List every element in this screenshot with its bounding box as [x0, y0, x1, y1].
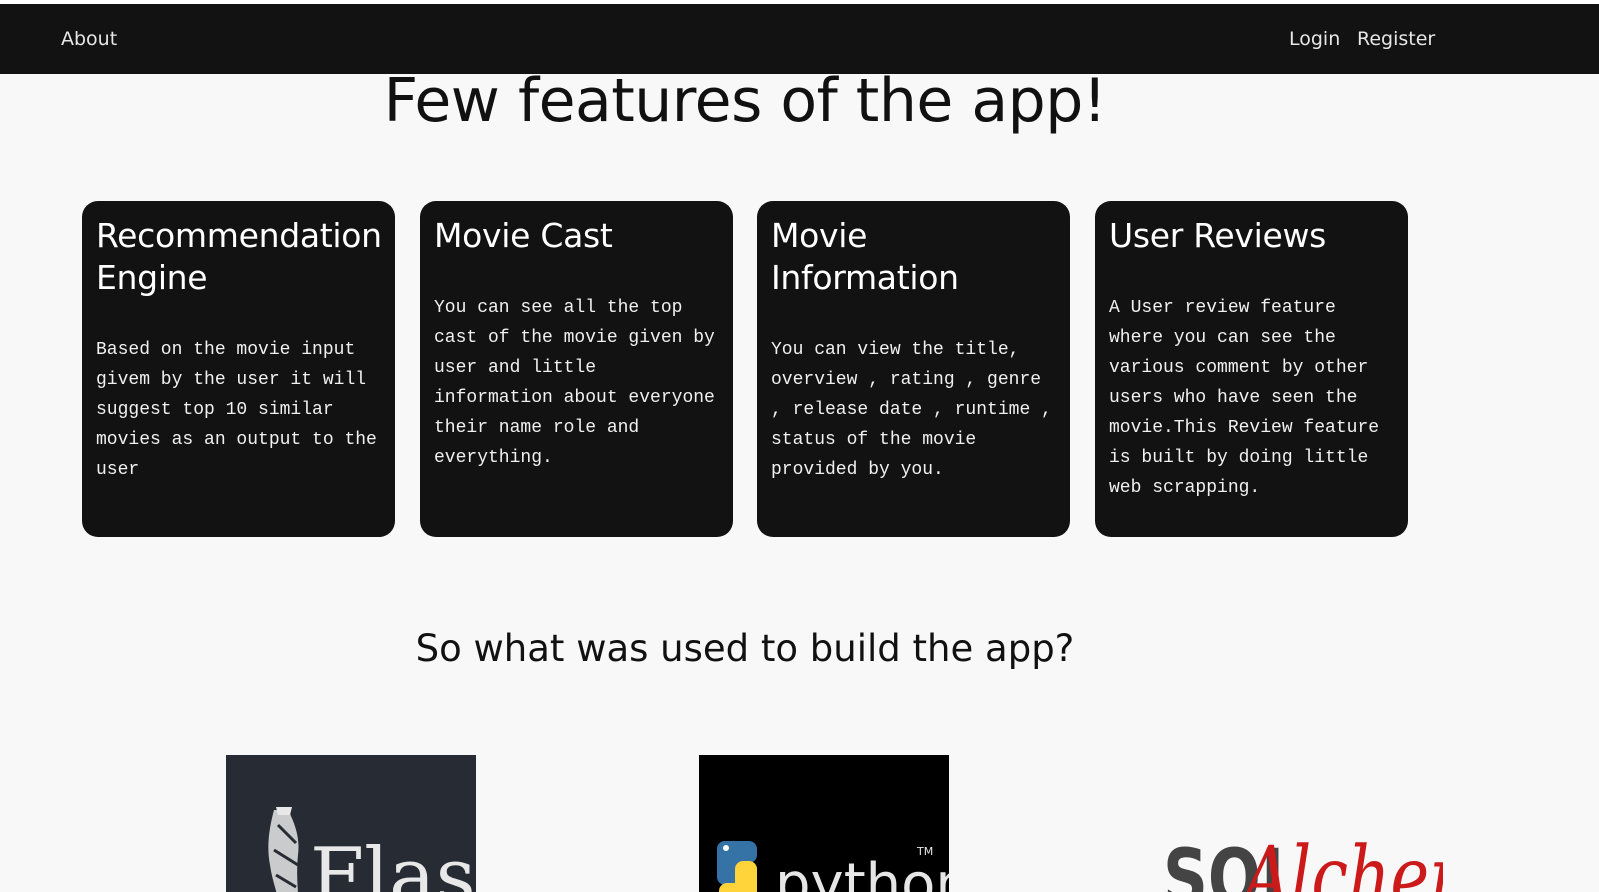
page: About Login Register Few features of the…: [0, 0, 1599, 892]
feature-card-title: Movie Information: [771, 216, 959, 297]
sqlalchemy-logo: SQL Alchemy: [1163, 755, 1443, 892]
features-heading: Few features of the app!: [383, 66, 1107, 136]
feature-card-information: Movie Information You can view the title…: [757, 201, 1070, 537]
feature-card-title: User Reviews: [1109, 216, 1327, 255]
sqlalchemy-logo-alchemy: Alchemy: [1238, 829, 1443, 892]
feature-card-reviews: User Reviews A User review feature where…: [1095, 201, 1408, 537]
feature-card-recommendation: Recommendation Engine Based on the movie…: [82, 201, 395, 537]
flask-logo: Flask: [226, 755, 476, 892]
feature-card-cast: Movie Cast You can see all the top cast …: [420, 201, 733, 537]
feature-card-text: You can view the title, overview , ratin…: [771, 340, 1052, 480]
feature-card-text: You can see all the top cast of the movi…: [434, 298, 715, 468]
feature-card-title: Recommendation Engine: [96, 216, 382, 297]
nav-login-link[interactable]: Login: [1289, 28, 1340, 50]
tech-heading: So what was used to build the app?: [415, 627, 1075, 670]
python-logo: python TM: [699, 755, 949, 892]
flask-logo-text: Flask: [310, 832, 476, 892]
navbar: About Login Register: [0, 4, 1599, 74]
python-logo-text: python: [775, 852, 949, 892]
feature-card-title: Movie Cast: [434, 216, 613, 255]
feature-card-text: A User review feature where you can see …: [1109, 298, 1380, 498]
nav-about-link[interactable]: About: [61, 28, 117, 50]
nav-register-link[interactable]: Register: [1357, 28, 1435, 50]
feature-card-text: Based on the movie input givem by the us…: [96, 340, 377, 480]
python-logo-tm: TM: [916, 845, 933, 858]
